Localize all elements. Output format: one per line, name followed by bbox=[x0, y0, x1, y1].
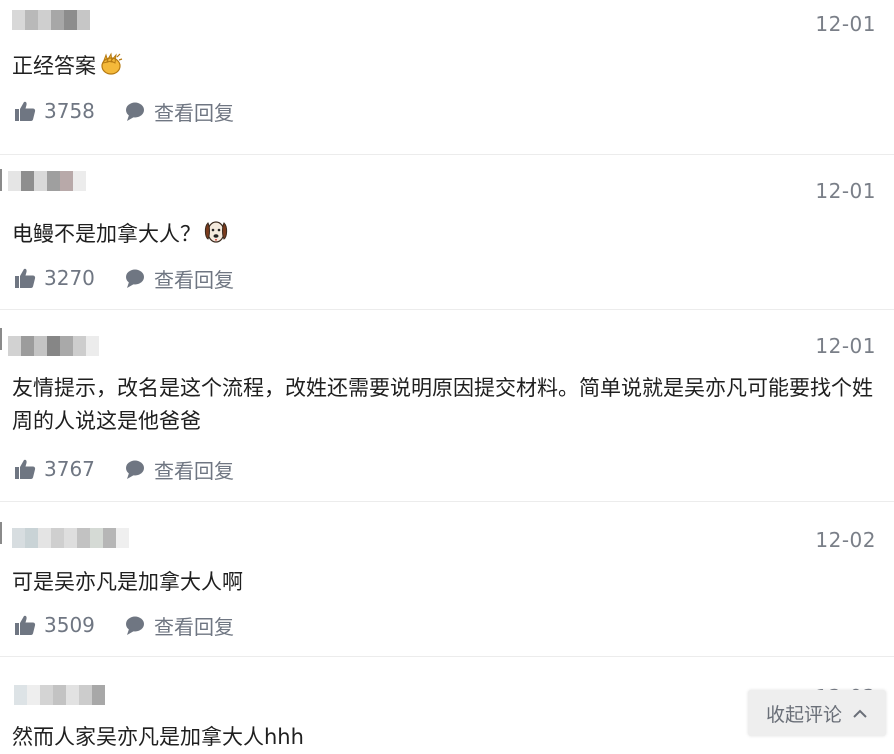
comment-actions: 3758 查看回复 bbox=[14, 97, 234, 126]
comment-text-body: 电鳗不是加拿大人？ bbox=[12, 222, 201, 246]
comment-text-body: 正经答案 bbox=[12, 54, 96, 78]
comment-text: 友情提示，改名是这个流程，改姓还需要说明原因提交材料。简单说就是吴亦凡可能要找个… bbox=[12, 376, 873, 433]
comment-actions: 3270 查看回复 bbox=[14, 264, 234, 293]
like-count[interactable]: 3758 bbox=[44, 99, 108, 123]
chevron-up-icon bbox=[852, 705, 868, 721]
comment-text: 可是吴亦凡是加拿大人啊 bbox=[12, 570, 243, 594]
comment-date: 12-01 bbox=[815, 12, 876, 36]
collapse-comments-button[interactable]: 收起评论 bbox=[748, 690, 886, 736]
thumbs-up-icon[interactable] bbox=[14, 100, 36, 122]
view-replies-label: 查看回复 bbox=[154, 458, 234, 483]
comment-actions: 3509 查看回复 bbox=[14, 611, 234, 640]
username-blurred[interactable] bbox=[12, 10, 90, 30]
view-replies-label: 查看回复 bbox=[154, 100, 234, 125]
like-count[interactable]: 3767 bbox=[44, 457, 108, 481]
clapping-hands-icon bbox=[98, 51, 124, 87]
view-replies-button[interactable]: 查看回复 bbox=[124, 611, 234, 640]
thumbs-up-icon[interactable] bbox=[14, 458, 36, 480]
dog-face-icon bbox=[203, 217, 229, 255]
avatar-edge bbox=[0, 169, 2, 191]
speech-bubble-icon bbox=[124, 100, 146, 122]
view-replies-label: 查看回复 bbox=[154, 267, 234, 292]
collapse-comments-label: 收起评论 bbox=[765, 703, 842, 726]
comment-date: 12-01 bbox=[815, 179, 876, 203]
avatar-edge bbox=[0, 522, 2, 544]
comment-text: 电鳗不是加拿大人？ bbox=[12, 217, 876, 255]
comment-actions: 3767 查看回复 bbox=[14, 455, 234, 484]
comment-text: 然而人家吴亦凡是加拿大人hhh bbox=[12, 725, 304, 749]
username-blurred[interactable] bbox=[8, 336, 99, 356]
comment-item: 12-01 正经答案 3758 查看回复 bbox=[0, 0, 894, 155]
thumbs-up-icon[interactable] bbox=[14, 267, 36, 289]
speech-bubble-icon bbox=[124, 614, 146, 636]
comment-list: 12-01 正经答案 3758 查看回复 12-01 电鳗不是加拿大人？ 327… bbox=[0, 0, 894, 749]
view-replies-button[interactable]: 查看回复 bbox=[124, 264, 234, 293]
comment-item: 12-01 友情提示，改名是这个流程，改姓还需要说明原因提交材料。简单说就是吴亦… bbox=[0, 310, 894, 502]
thumbs-up-icon[interactable] bbox=[14, 614, 36, 636]
comment-date: 12-02 bbox=[815, 528, 876, 552]
username-blurred[interactable] bbox=[12, 528, 129, 548]
comment-text: 正经答案 bbox=[12, 50, 876, 87]
like-count[interactable]: 3270 bbox=[44, 266, 108, 290]
like-count[interactable]: 3509 bbox=[44, 613, 108, 637]
speech-bubble-icon bbox=[124, 458, 146, 480]
username-blurred[interactable] bbox=[8, 171, 86, 191]
view-replies-button[interactable]: 查看回复 bbox=[124, 97, 234, 126]
username-blurred[interactable] bbox=[14, 685, 105, 705]
view-replies-label: 查看回复 bbox=[154, 614, 234, 639]
comment-item: 12-01 电鳗不是加拿大人？ 3270 查看回复 bbox=[0, 155, 894, 310]
speech-bubble-icon bbox=[124, 267, 146, 289]
avatar-edge bbox=[0, 328, 2, 350]
comment-item: 12-02 可是吴亦凡是加拿大人啊 3509 查看回复 bbox=[0, 502, 894, 657]
comment-date: 12-01 bbox=[815, 334, 876, 358]
view-replies-button[interactable]: 查看回复 bbox=[124, 455, 234, 484]
